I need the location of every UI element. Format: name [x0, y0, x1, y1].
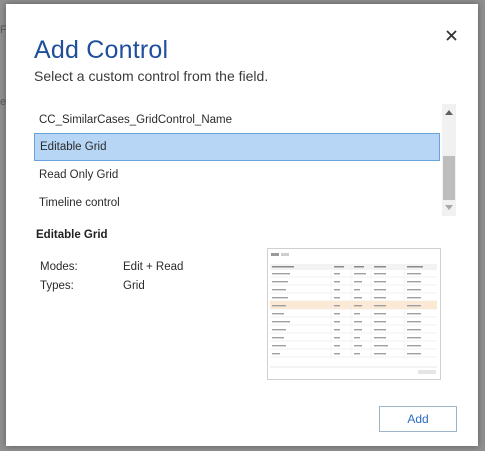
control-item-read-only-grid[interactable]: Read Only Grid — [34, 161, 440, 189]
dialog-title: Add Control — [34, 36, 169, 64]
control-item-editable-grid[interactable]: Editable Grid — [34, 133, 440, 161]
close-button[interactable] — [442, 26, 460, 44]
selected-control-title: Editable Grid — [36, 229, 108, 241]
types-value: Grid — [123, 280, 145, 292]
modes-value: Edit + Read — [123, 261, 184, 273]
grid-preview-illustration — [268, 249, 440, 379]
scroll-down-arrow-icon[interactable] — [445, 205, 453, 210]
control-list-scrollbar[interactable] — [442, 104, 456, 216]
dialog-subtitle: Select a custom control from the field. — [34, 68, 269, 84]
add-button[interactable]: Add — [379, 406, 457, 432]
control-preview-image — [267, 248, 441, 380]
add-control-dialog: Add Control Select a custom control from… — [6, 4, 478, 446]
scroll-up-arrow-icon[interactable] — [445, 110, 453, 115]
modes-label: Modes: — [40, 261, 78, 273]
control-list[interactable]: CC_SimilarCases_GridControl_Name Editabl… — [34, 104, 458, 216]
close-icon — [445, 29, 457, 41]
control-item-timeline[interactable]: Timeline control — [34, 189, 440, 216]
scroll-thumb[interactable] — [443, 156, 455, 200]
types-label: Types: — [40, 280, 74, 292]
control-item-similar-cases[interactable]: CC_SimilarCases_GridControl_Name — [34, 106, 440, 134]
